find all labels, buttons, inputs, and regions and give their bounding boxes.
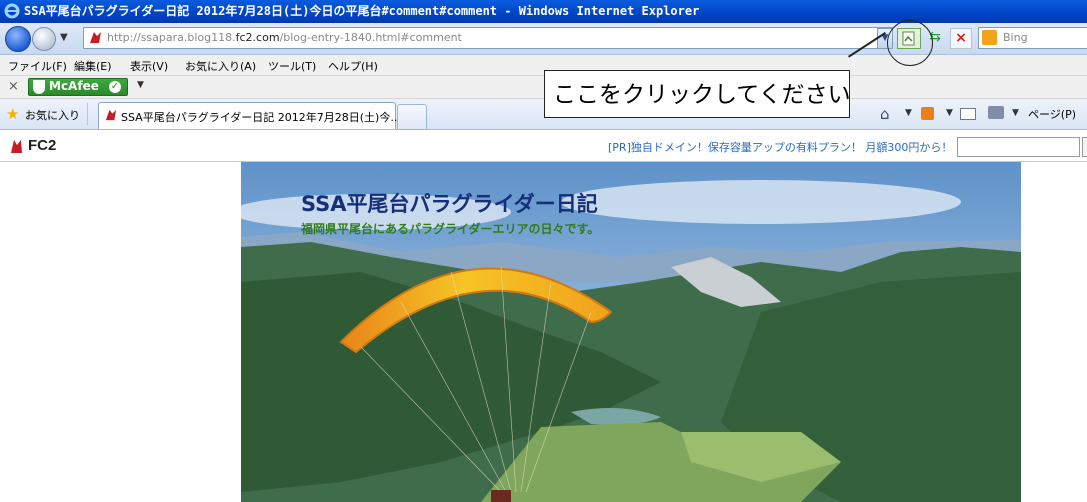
highlight-circle — [887, 20, 933, 66]
search-placeholder: Bing — [1003, 31, 1028, 44]
forward-button[interactable] — [32, 27, 56, 51]
menu-tools[interactable]: ツール(T) — [268, 58, 316, 74]
divider — [87, 103, 88, 125]
blog-subtitle: 福岡県平尾台にあるパラグライダーエリアの日々です。 — [301, 222, 600, 236]
menu-favorites[interactable]: お気に入り(A) — [185, 58, 256, 74]
print-icon[interactable] — [988, 106, 1004, 119]
fc2-header-bar: FC2 [PR]独自ドメイン！保存容量アップの有料プラン！ 月額300円から！ — [0, 131, 1087, 162]
tab-title: SSA平尾台パラグライダー日記 2012年7月28日(土)今... — [121, 111, 401, 124]
menu-edit[interactable]: 編集(E) — [74, 58, 112, 74]
home-dropdown-icon[interactable]: ▼ — [905, 108, 912, 118]
close-icon[interactable]: × — [8, 79, 19, 94]
feed-dropdown-icon[interactable]: ▼ — [946, 108, 953, 118]
mcafee-shield-icon — [33, 80, 45, 94]
mcafee-dropdown-icon[interactable]: ▼ — [137, 80, 144, 90]
fc2-ad-link[interactable]: [PR]独自ドメイン！保存容量アップの有料プラン！ 月額300円から！ — [608, 139, 952, 155]
window-title: SSA平尾台パラグライダー日記 2012年7月28日(土)今日の平尾台#comm… — [24, 4, 700, 18]
page-menu-button[interactable]: ページ(P) — [1028, 106, 1076, 122]
blog-title[interactable]: SSA平尾台パラグライダー日記 — [301, 188, 598, 218]
instruction-callout: ここをクリックしてください — [544, 70, 851, 118]
site-favicon-icon — [105, 109, 117, 121]
page-content: SSA平尾台パラグライダー日記 福岡県平尾台にあるパラグライダーエリアの日々です… — [0, 162, 1087, 502]
history-dropdown-icon[interactable]: ▼ — [60, 32, 68, 43]
favorites-star-icon[interactable]: ★ — [6, 105, 19, 123]
menu-view[interactable]: 表示(V) — [130, 58, 168, 74]
bing-icon — [982, 30, 997, 45]
stop-icon[interactable]: × — [950, 28, 972, 49]
internet-explorer-icon — [4, 3, 20, 19]
favorites-button[interactable]: お気に入り — [25, 107, 80, 123]
mcafee-label: McAfee — [49, 79, 99, 93]
menu-file[interactable]: ファイル(F) — [8, 58, 67, 74]
fc2-search-button[interactable] — [1082, 137, 1087, 157]
fc2-search-input[interactable] — [957, 137, 1080, 157]
new-tab-button[interactable] — [397, 104, 427, 130]
mail-icon[interactable] — [960, 108, 976, 120]
home-icon[interactable]: ⌂ — [880, 105, 890, 123]
check-icon: ✓ — [109, 81, 121, 93]
fc2-logo-icon — [11, 140, 22, 153]
print-dropdown-icon[interactable]: ▼ — [1012, 108, 1019, 118]
site-favicon-icon — [90, 32, 101, 43]
tab-active[interactable]: SSA平尾台パラグライダー日記 2012年7月28日(土)今... — [98, 102, 401, 129]
menu-help[interactable]: ヘルプ(H) — [328, 58, 378, 74]
address-field[interactable]: http://ssapara.blog118.fc2.com/blog-entr… — [83, 27, 893, 49]
feed-icon[interactable] — [921, 107, 934, 120]
mcafee-button[interactable]: McAfee ✓ — [28, 78, 128, 96]
window-titlebar: SSA平尾台パラグライダー日記 2012年7月28日(土)今日の平尾台#comm… — [0, 0, 1087, 23]
url-text: http://ssapara.blog118.fc2.com/blog-entr… — [107, 31, 462, 44]
blog-header-image: SSA平尾台パラグライダー日記 福岡県平尾台にあるパラグライダーエリアの日々です… — [241, 162, 1021, 502]
back-button[interactable] — [5, 26, 31, 52]
fc2-logo[interactable]: FC2 — [28, 137, 56, 154]
search-input[interactable]: Bing — [978, 27, 1087, 49]
